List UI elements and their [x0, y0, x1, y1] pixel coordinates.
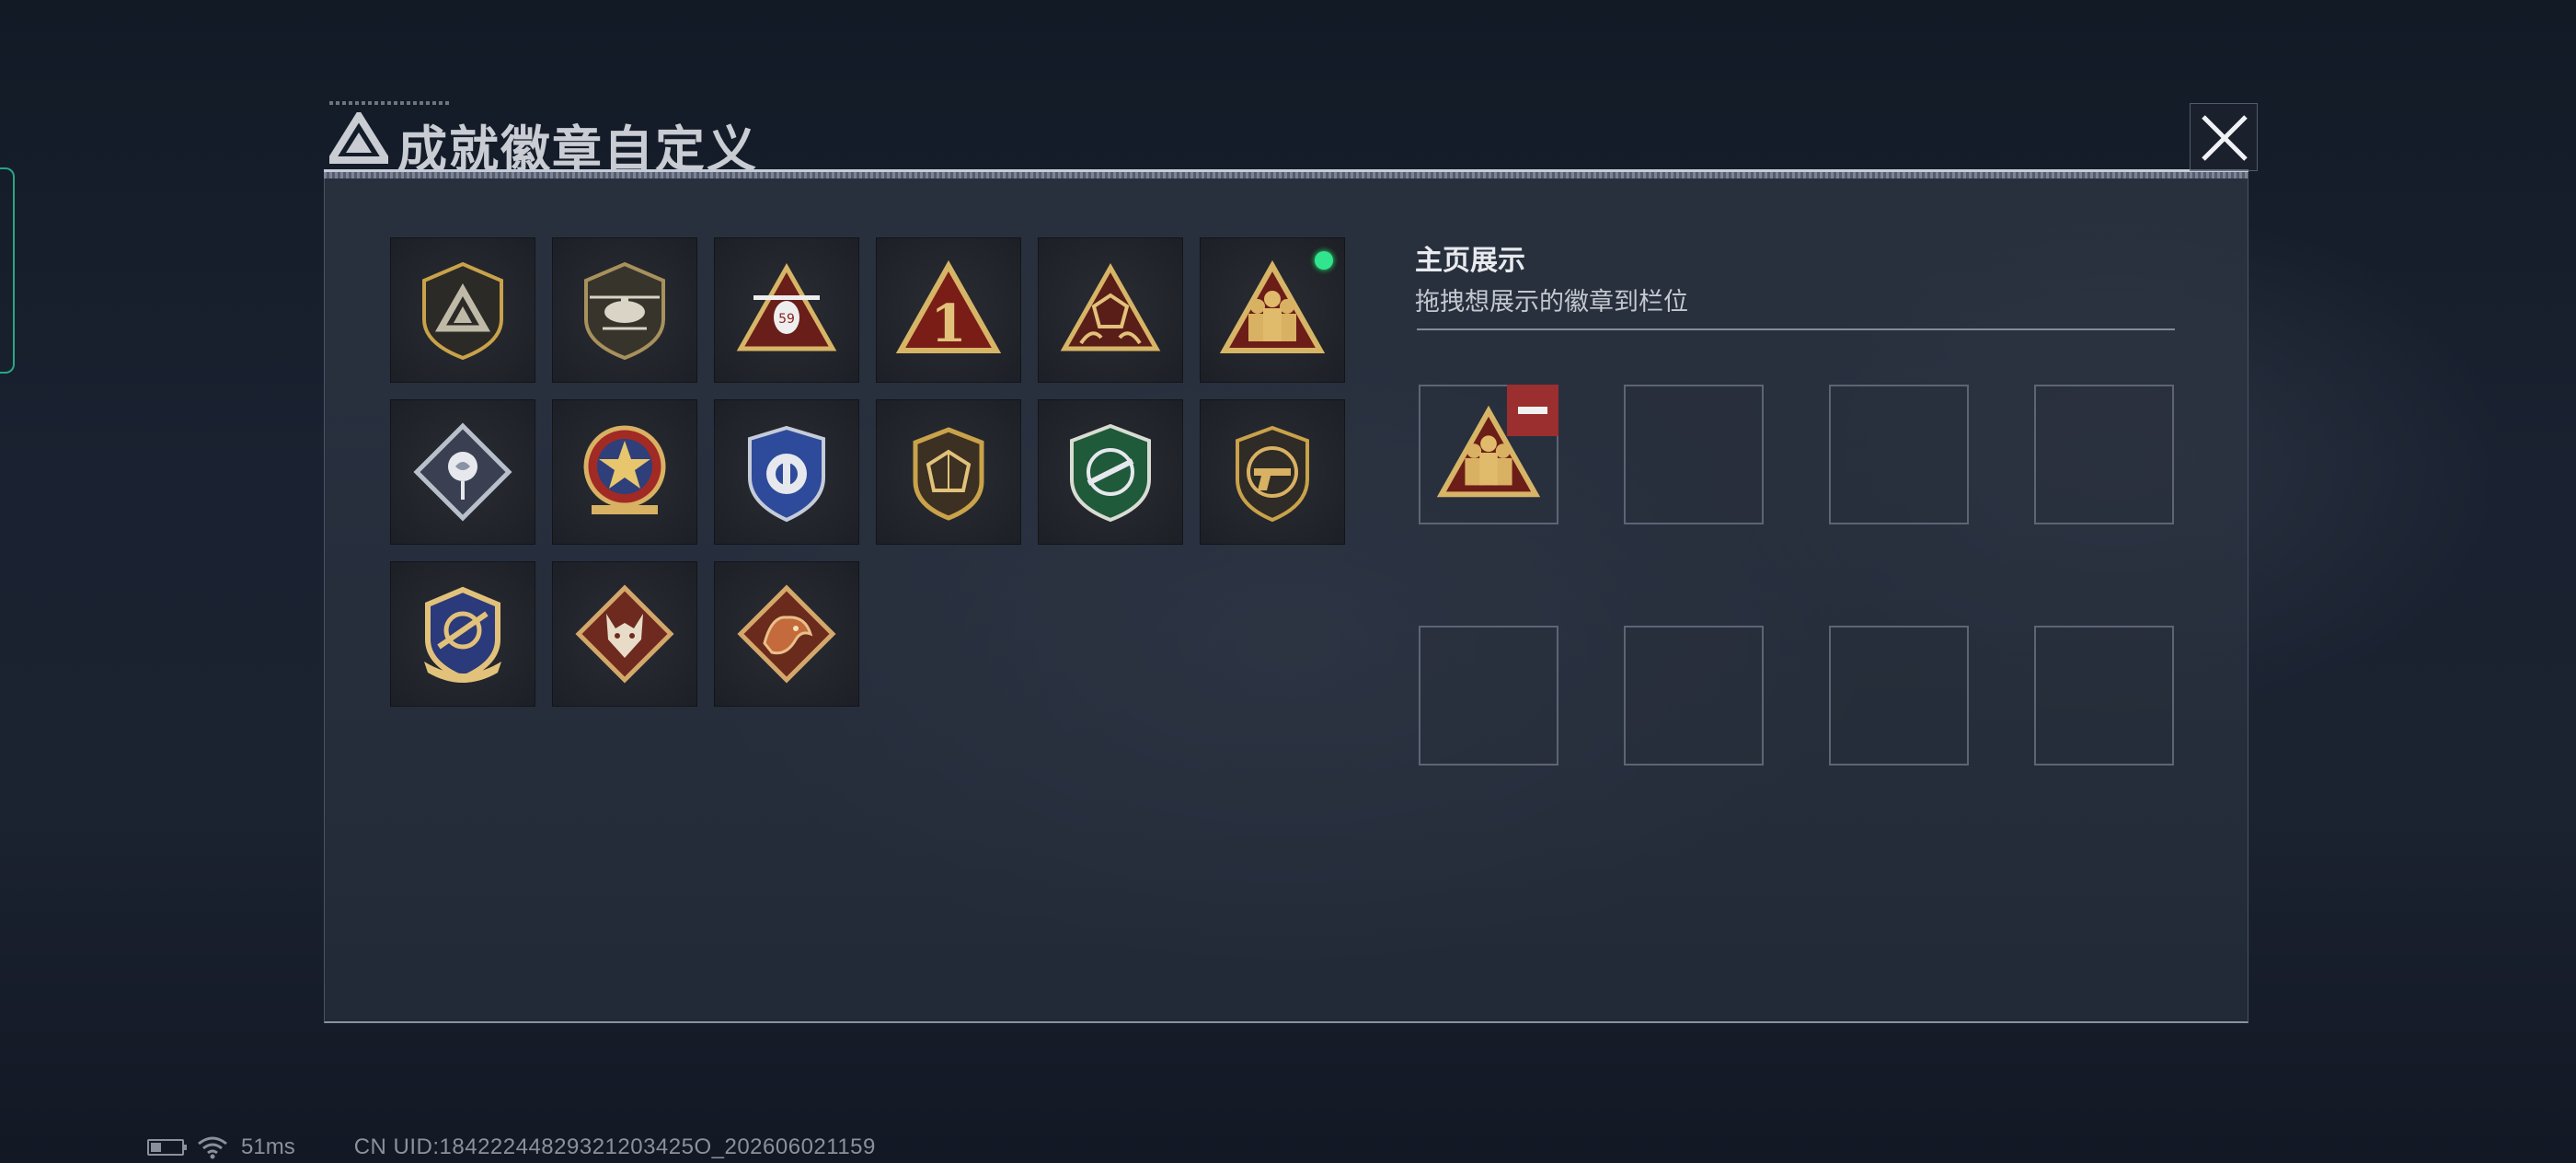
rose-diamond-badge-icon: [413, 422, 512, 522]
svg-text:1: 1: [931, 294, 967, 354]
ping-text: 51ms: [241, 1134, 295, 1159]
dragon-diamond-badge-icon: [737, 584, 836, 684]
dice-triangle-badge-icon: [1060, 262, 1161, 351]
blue-wing-shield-badge-icon: [748, 425, 825, 523]
showcase-slot[interactable]: [1829, 385, 1969, 524]
showcase-slot[interactable]: [1829, 626, 1969, 766]
status-bar: 51ms CN UID:18422244829321203425O_202606…: [147, 1134, 876, 1161]
badge-cell[interactable]: [390, 237, 535, 383]
badge-cell[interactable]: 59: [714, 237, 859, 383]
equipped-indicator: [1310, 247, 1338, 274]
helicopter-triangle-badge-icon: 59: [736, 262, 837, 351]
badge-cell[interactable]: [714, 399, 859, 545]
delta-emblem-shield-badge-icon: [422, 261, 503, 361]
badge-cell[interactable]: 1: [876, 237, 1021, 383]
badge-cell[interactable]: [1200, 399, 1345, 545]
uid-text: CN UID:18422244829321203425O_20260602115…: [353, 1134, 876, 1159]
badge-cell[interactable]: [552, 561, 697, 707]
svg-text:59: 59: [778, 312, 795, 327]
badge-cell[interactable]: [1038, 237, 1183, 383]
badge-collection-grid: 59 1: [390, 237, 1345, 707]
pistol-shield-badge-icon: [1236, 425, 1309, 523]
showcase-slot[interactable]: [1624, 626, 1764, 766]
minus-icon: [1518, 407, 1547, 414]
header-decor: [329, 101, 449, 105]
number-one-triangle-badge-icon: 1: [895, 259, 1002, 354]
wolf-diamond-badge-icon: [575, 584, 674, 684]
star-medal-badge-icon: [583, 425, 666, 514]
delta-logo-icon: [329, 112, 388, 164]
battery-icon: [147, 1139, 187, 1156]
badge-cell[interactable]: [1200, 237, 1345, 383]
badge-cell[interactable]: [876, 399, 1021, 545]
close-button[interactable]: [2190, 103, 2258, 171]
showcase-slot[interactable]: [1419, 385, 1558, 524]
showcase-slot[interactable]: [2034, 626, 2174, 766]
wifi-icon: [198, 1136, 227, 1159]
showcase-divider: [1417, 328, 2175, 330]
panel-top-highlight: [324, 169, 2248, 172]
showcase-slot[interactable]: [1419, 626, 1558, 766]
dialog-header: 成就徽章自定义: [322, 99, 1343, 178]
gold-blue-crest-badge-icon: [424, 586, 501, 683]
remove-badge-button[interactable]: [1507, 385, 1558, 436]
close-icon: [2202, 115, 2248, 161]
squad-triangle-badge-icon: [1219, 259, 1326, 353]
showcase-instruction: 拖拽想展示的徽章到栏位: [1415, 288, 1688, 317]
badge-cell[interactable]: [552, 237, 697, 383]
dice-shield-badge-icon: [913, 427, 984, 521]
badge-cell[interactable]: [390, 561, 535, 707]
showcase-slot[interactable]: [2034, 385, 2174, 524]
showcase-title: 主页展示: [1415, 245, 1525, 277]
badge-cell[interactable]: [1038, 399, 1183, 545]
badge-cell[interactable]: [552, 399, 697, 545]
helicopter-shield-badge-icon: [584, 261, 665, 361]
side-tab-edge[interactable]: [0, 167, 15, 374]
green-rifle-shield-badge-icon: [1070, 423, 1151, 523]
showcase-slot[interactable]: [1624, 385, 1764, 524]
badge-cell[interactable]: [714, 561, 859, 707]
badge-cell[interactable]: [390, 399, 535, 545]
